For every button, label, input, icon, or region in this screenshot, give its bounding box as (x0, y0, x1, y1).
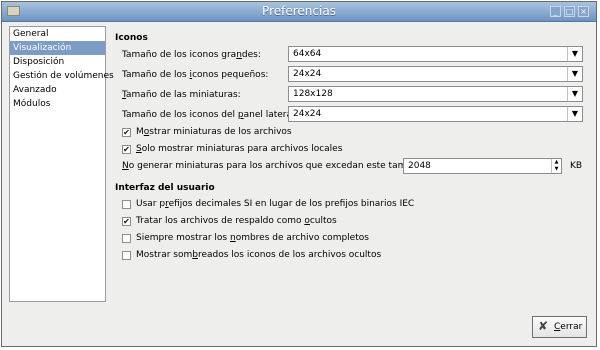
close-window-button[interactable]: × (578, 6, 589, 17)
icon-size-small-combo[interactable]: 24x24 ▼ (288, 66, 583, 82)
section-title-interfaz: Interfaz del usuario (115, 183, 215, 193)
sidebar-item-general[interactable]: General (10, 27, 105, 41)
close-icon: ✘ (538, 319, 549, 333)
close-button[interactable]: ✘ Cerrar (532, 316, 587, 338)
spin-down-icon[interactable]: ▼ (552, 166, 561, 173)
close-button-label: Cerrar (554, 322, 583, 332)
icon-size-small-label: Tamaño de los iconos pequeños: (122, 70, 269, 80)
sidebar: General Visualización Disposición Gestió… (9, 26, 114, 302)
icon-size-large-combo[interactable]: 64x64 ▼ (288, 46, 583, 62)
thumbnail-limit-spinbutton[interactable]: 2048 ▲ ▼ (403, 158, 562, 174)
sidebar-item-gestion-volumenes[interactable]: Gestión de volúmenes (10, 69, 114, 83)
icon-size-large-label: Tamaño de los iconos grandes: (122, 50, 261, 60)
window-title: Preferencias (262, 4, 336, 18)
checkbox-checked-icon: ✔ (122, 145, 131, 154)
side-panel-icon-size-combo[interactable]: 24x24 ▼ (288, 106, 583, 122)
show-thumbnails-label: Mostrar miniaturas de los archivos (136, 127, 292, 137)
chevron-down-icon: ▼ (567, 67, 582, 81)
thumbnail-limit-unit: KB (570, 161, 583, 171)
si-prefixes-label: Usar prefijos decimales SI en lugar de l… (136, 199, 415, 209)
preferences-window: Preferencias _ □ × General Visualización… (1, 1, 597, 347)
shade-hidden-icons-label: Mostrar sombreados los iconos de los arc… (136, 250, 382, 260)
thumbnail-limit-label: No generar miniaturas para los archivos … (122, 161, 427, 171)
chevron-down-icon: ▼ (567, 87, 582, 101)
checkbox-checked-icon: ✔ (122, 217, 131, 226)
title-bar[interactable]: Preferencias _ □ × (2, 2, 596, 22)
section-title-iconos: Iconos (115, 33, 148, 43)
checkbox-checked-icon: ✔ (122, 128, 131, 137)
backup-hidden-label: Tratar los archivos de respaldo como ocu… (136, 216, 337, 226)
sidebar-item-visualizacion[interactable]: Visualización (10, 41, 105, 55)
minimize-button[interactable]: _ (550, 6, 561, 17)
thumbnail-size-label: Tamaño de las miniaturas: (122, 90, 241, 100)
spin-up-icon[interactable]: ▲ (552, 159, 561, 166)
checkbox-unchecked-icon (122, 234, 131, 243)
chevron-down-icon: ▼ (567, 107, 582, 121)
chevron-down-icon: ▼ (567, 47, 582, 61)
thumbnail-size-combo[interactable]: 128x128 ▼ (288, 86, 583, 102)
sidebar-item-disposicion[interactable]: Disposición (10, 55, 105, 69)
side-panel-icon-size-label: Tamaño de los iconos del panel lateral: (122, 110, 298, 120)
sidebar-item-modulos[interactable]: Módulos (10, 97, 105, 111)
local-thumbnails-only-label: Solo mostrar miniaturas para archivos lo… (136, 144, 343, 154)
checkbox-unchecked-icon (122, 200, 131, 209)
sidebar-item-avanzado[interactable]: Avanzado (10, 83, 105, 97)
spin-arrows[interactable]: ▲ ▼ (551, 159, 561, 173)
maximize-button[interactable]: □ (564, 6, 575, 17)
full-filenames-label: Siempre mostrar los nombres de archivo c… (136, 233, 369, 243)
checkbox-unchecked-icon (122, 251, 131, 260)
